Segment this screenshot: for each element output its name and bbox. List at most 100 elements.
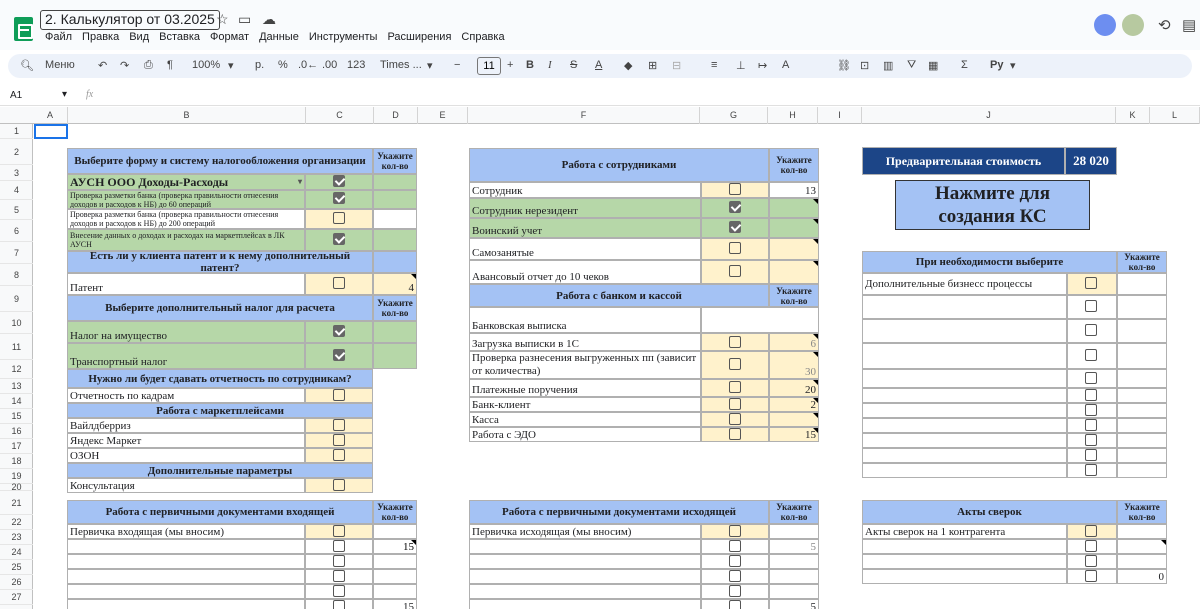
number-format[interactable]: 123	[347, 59, 365, 71]
chevron-down-icon[interactable]: ▾	[427, 59, 433, 72]
row-header-7[interactable]: 7	[0, 242, 33, 264]
wrap-icon[interactable]: ↦	[758, 59, 767, 72]
row-header-25[interactable]: 25	[0, 560, 33, 575]
row-header-2[interactable]: 2	[0, 139, 33, 165]
row-header-10[interactable]: 10	[0, 312, 33, 334]
qty-cell[interactable]	[1117, 319, 1167, 343]
qty-cell[interactable]	[373, 229, 417, 251]
fill-color-icon[interactable]: ◆	[624, 59, 632, 72]
redo-icon[interactable]: ↷	[120, 59, 129, 72]
row-header-16[interactable]: 16	[0, 424, 33, 439]
italic-icon[interactable]: I	[548, 59, 552, 71]
qty-cell[interactable]	[373, 554, 417, 569]
qty-cell[interactable]	[1117, 295, 1167, 319]
checkbox[interactable]	[729, 336, 741, 348]
checkbox[interactable]	[1085, 277, 1097, 289]
checkbox[interactable]	[333, 277, 345, 289]
qty-cell[interactable]	[373, 343, 417, 369]
column-header-i[interactable]: I	[818, 107, 862, 124]
qty-cell[interactable]	[769, 260, 819, 284]
checkbox[interactable]	[1085, 434, 1097, 446]
column-header-b[interactable]: B	[68, 107, 306, 124]
checkbox[interactable]	[1085, 404, 1097, 416]
search-menus[interactable]: Меню	[45, 59, 75, 71]
menu-insert[interactable]: Вставка	[159, 31, 200, 43]
acts-qty[interactable]: 0	[1117, 569, 1167, 584]
qty-cell[interactable]	[1117, 524, 1167, 539]
row-header-6[interactable]: 6	[0, 220, 33, 242]
checkbox[interactable]	[1085, 540, 1097, 552]
checkbox[interactable]	[729, 381, 741, 393]
menu-edit[interactable]: Правка	[82, 31, 119, 43]
row-header-17[interactable]: 17	[0, 439, 33, 454]
empty-row[interactable]	[469, 584, 701, 599]
qty-cell[interactable]	[769, 569, 819, 584]
empty-row[interactable]	[469, 539, 701, 554]
empty-row[interactable]	[862, 569, 1067, 584]
empty-row[interactable]	[469, 554, 701, 569]
column-header-a[interactable]: A	[33, 107, 68, 124]
qty-cell[interactable]	[1117, 369, 1167, 388]
checkbox[interactable]	[1085, 449, 1097, 461]
row-header-22[interactable]: 22	[0, 515, 33, 530]
checkbox[interactable]	[1085, 555, 1097, 567]
empty-row[interactable]	[67, 584, 305, 599]
posting-qty[interactable]: 30	[769, 351, 819, 379]
row-header-21[interactable]: 21	[0, 491, 33, 515]
filter-views-icon[interactable]: ▦	[928, 59, 938, 72]
row-header-26[interactable]: 26	[0, 575, 33, 590]
payments-qty[interactable]: 20	[769, 379, 819, 397]
qty-cell[interactable]	[1117, 403, 1167, 418]
checkbox[interactable]	[1085, 372, 1097, 384]
checkbox[interactable]	[1085, 464, 1097, 476]
cells[interactable]: Выберите форму и систему налогообложения…	[33, 124, 1200, 609]
menu-help[interactable]: Справка	[461, 31, 504, 43]
cloud-status-icon[interactable]: ☁	[262, 11, 276, 28]
merge-cells-icon[interactable]: ⊟	[672, 59, 681, 72]
empty-row[interactable]	[67, 599, 305, 609]
checkbox-checked[interactable]	[729, 221, 741, 233]
chevron-down-icon[interactable]: ▾	[228, 59, 234, 72]
column-header-g[interactable]: G	[700, 107, 768, 124]
statement-value[interactable]	[701, 307, 819, 333]
empty-row[interactable]	[862, 403, 1067, 418]
checkbox-checked[interactable]	[729, 201, 741, 213]
paint-format-icon[interactable]: ¶	[167, 59, 173, 71]
checkbox[interactable]	[729, 413, 741, 425]
row-header-1[interactable]: 1	[0, 124, 33, 139]
qty-cell[interactable]	[373, 190, 417, 209]
checkbox[interactable]	[729, 600, 741, 609]
functions-icon[interactable]: Σ	[961, 59, 968, 71]
move-folder-icon[interactable]: ▭	[238, 11, 251, 28]
percent-format[interactable]: %	[278, 59, 288, 71]
row-header-14[interactable]: 14	[0, 394, 33, 409]
checkbox[interactable]	[729, 540, 741, 552]
collaborator-avatar[interactable]	[1094, 14, 1116, 36]
qty-cell[interactable]	[373, 524, 417, 539]
empty-row[interactable]	[469, 599, 701, 609]
qty-cell[interactable]	[1117, 463, 1167, 478]
checkbox[interactable]	[729, 183, 741, 195]
decrease-decimal[interactable]: .0←	[298, 59, 318, 71]
menu-extensions[interactable]: Расширения	[387, 31, 451, 43]
checkbox[interactable]	[729, 265, 741, 277]
checkbox[interactable]	[333, 570, 345, 582]
filter-icon[interactable]: ⛛	[907, 59, 916, 72]
font-select[interactable]: Times ...	[380, 59, 422, 71]
checkbox[interactable]	[1085, 570, 1097, 582]
collaborator-avatar[interactable]	[1122, 14, 1144, 36]
qty-cell[interactable]	[373, 209, 417, 229]
star-icon[interactable]: ☆	[216, 11, 229, 28]
qty-cell[interactable]	[1117, 343, 1167, 369]
chart-icon[interactable]: ▥	[883, 59, 893, 72]
in-qty[interactable]: 15	[373, 539, 417, 554]
checkbox[interactable]	[1085, 300, 1097, 312]
qty-cell[interactable]	[373, 321, 417, 343]
qty-cell[interactable]	[1117, 433, 1167, 448]
checkbox[interactable]	[1085, 389, 1097, 401]
checkbox[interactable]	[729, 358, 741, 370]
checkbox-checked[interactable]	[333, 175, 345, 187]
row-header-5[interactable]: 5	[0, 200, 33, 220]
column-header-l[interactable]: L	[1150, 107, 1200, 124]
selected-cell-a1[interactable]	[34, 124, 68, 139]
